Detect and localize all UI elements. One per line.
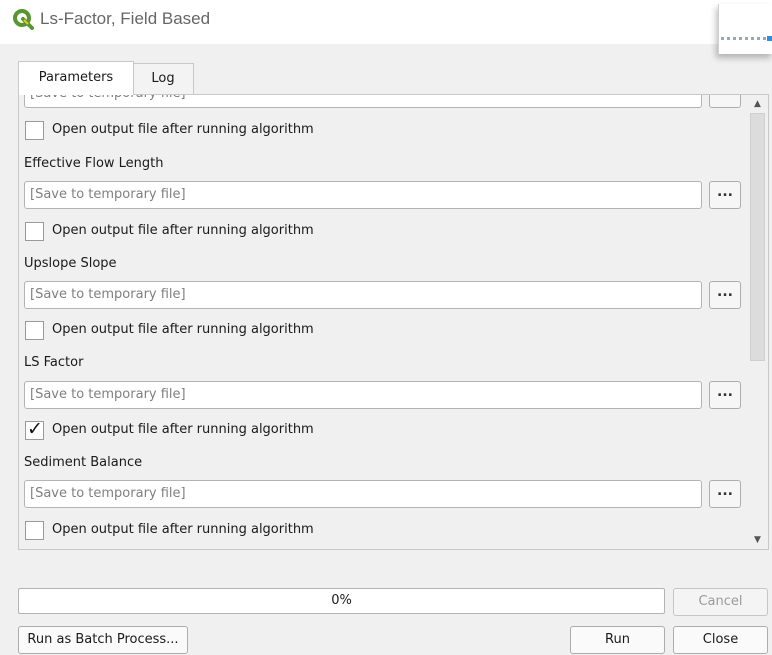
- checkbox-label: Open output file after running algorithm: [52, 522, 314, 537]
- checkmark-icon: ✓: [27, 418, 43, 440]
- checkbox-checked[interactable]: ✓: [25, 418, 44, 440]
- window-thumbnail: [718, 4, 772, 54]
- label-ls-factor: LS Factor: [24, 355, 84, 370]
- checkbox-label: Open output file after running algorithm: [52, 223, 314, 238]
- checkbox[interactable]: [25, 321, 44, 340]
- scrollbar-handle[interactable]: [750, 113, 765, 361]
- output-field-partial[interactable]: [Save to temporary file]: [24, 95, 702, 108]
- label-sediment-balance: Sediment Balance: [24, 455, 143, 470]
- checkbox[interactable]: [25, 521, 44, 540]
- scroll-up-arrow-icon[interactable]: ▲: [748, 95, 767, 113]
- qgis-logo-icon: [13, 9, 34, 30]
- checkbox[interactable]: [25, 222, 44, 241]
- tab-parameters[interactable]: Parameters: [18, 61, 134, 95]
- parameters-panel[interactable]: [Save to temporary file] ... Open output…: [18, 94, 769, 550]
- run-as-batch-button[interactable]: Run as Batch Process...: [18, 626, 188, 654]
- browse-button-ls-factor[interactable]: ...: [709, 381, 741, 409]
- output-field-ls-factor[interactable]: [Save to temporary file]: [24, 381, 702, 409]
- output-field-effective-flow-length[interactable]: [Save to temporary file]: [24, 181, 702, 209]
- checkbox-label: Open output file after running algorithm: [52, 322, 314, 337]
- vertical-scrollbar[interactable]: ▲ ▼: [748, 95, 767, 549]
- title-bar: Ls-Factor, Field Based: [0, 0, 772, 54]
- checkbox-label: Open output file after running algorithm: [52, 422, 314, 437]
- output-field-upslope-slope[interactable]: [Save to temporary file]: [24, 281, 702, 309]
- checkbox[interactable]: [25, 121, 44, 140]
- browse-button-upslope-slope[interactable]: ...: [709, 281, 741, 309]
- window-title: Ls-Factor, Field Based: [40, 9, 211, 28]
- label-effective-flow-length: Effective Flow Length: [24, 156, 164, 171]
- label-upslope-slope: Upslope Slope: [24, 256, 117, 271]
- cancel-button[interactable]: Cancel: [673, 588, 768, 616]
- progress-bar: 0%: [18, 588, 665, 614]
- run-button[interactable]: Run: [570, 626, 665, 654]
- browse-button-partial[interactable]: ...: [709, 95, 741, 108]
- tab-log[interactable]: Log: [132, 63, 194, 94]
- progress-text: 0%: [331, 593, 352, 608]
- checkbox-label: Open output file after running algorithm: [52, 122, 314, 137]
- scroll-down-arrow-icon[interactable]: ▼: [748, 531, 767, 549]
- browse-button-sediment-balance[interactable]: ...: [709, 480, 741, 508]
- close-button[interactable]: Close: [673, 626, 768, 654]
- browse-button-effective-flow-length[interactable]: ...: [709, 181, 741, 209]
- output-field-sediment-balance[interactable]: [Save to temporary file]: [24, 480, 702, 508]
